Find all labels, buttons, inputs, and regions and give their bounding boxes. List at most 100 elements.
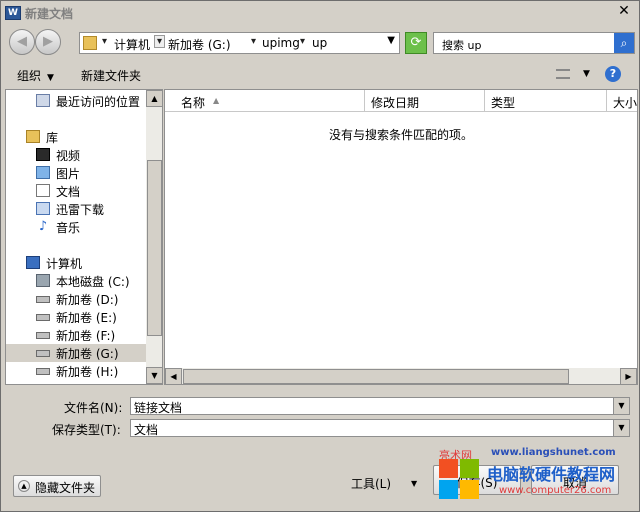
column-header-modified[interactable]: 修改日期 [365, 90, 485, 112]
scroll-thumb[interactable] [147, 160, 162, 336]
view-caret-icon[interactable]: ▼ [583, 69, 590, 79]
filetype-select[interactable]: 文档 ▼ [130, 419, 630, 437]
scroll-left-icon[interactable]: ◀ [165, 368, 182, 384]
save-dialog: W 新建文档 ✕ ◀ ▶ ▾ 计算机 ▾ 新加卷 (G:) ▾ upimg ▾ … [0, 0, 640, 512]
view-options-icon[interactable] [556, 69, 570, 79]
breadcrumb-upimg[interactable]: upimg [262, 36, 300, 50]
folder-icon [83, 36, 97, 50]
sidebar-item-music[interactable]: ♪ 音乐 [6, 218, 148, 236]
sidebar-item-label: 新加卷 (H:) [56, 365, 119, 379]
sidebar-item-pictures[interactable]: 图片 [6, 164, 148, 182]
chevron-right-icon[interactable]: ▾ [251, 36, 256, 47]
breadcrumb-up[interactable]: up [312, 36, 327, 50]
sidebar-item-label: 本地磁盘 (C:) [56, 275, 130, 289]
watermark-site1: www.liangshunet.com [491, 447, 616, 458]
filelist-horizontal-scrollbar[interactable]: ◀ ▶ [165, 368, 637, 384]
watermark-site2: www.computer26.com [499, 485, 612, 496]
sidebar-item-label: 新加卷 (G:) [56, 347, 119, 361]
sidebar-item-computer[interactable]: 计算机 [6, 254, 148, 272]
breadcrumb-drive[interactable]: 新加卷 (G:) [168, 36, 231, 53]
library-icon [26, 130, 40, 143]
empty-results-message: 没有与搜索条件匹配的项。 [328, 128, 473, 142]
sidebar-item-drive-e[interactable]: 新加卷 (E:) [6, 308, 148, 326]
scroll-right-icon[interactable]: ▶ [620, 368, 637, 384]
column-header-size[interactable]: 大小 [607, 90, 638, 112]
scroll-up-icon[interactable]: ▲ [146, 90, 162, 107]
hide-folders-button[interactable]: ▲ 隐藏文件夹 [13, 475, 101, 497]
sidebar-item-library[interactable]: 库 [6, 128, 148, 146]
chevron-down-icon[interactable]: ▼ [613, 420, 629, 436]
drive-icon [36, 332, 50, 339]
video-icon [36, 148, 50, 161]
column-label: 名称 [181, 96, 206, 110]
search-input[interactable]: 搜索 up ⌕ [433, 32, 635, 54]
navpane-scrollbar[interactable]: ▲ ▼ [146, 90, 162, 384]
filetype-value: 文档 [134, 423, 159, 437]
sidebar-item-thunder[interactable]: 迅雷下载 [6, 200, 148, 218]
sidebar-item-drive-f[interactable]: 新加卷 (F:) [6, 326, 148, 344]
filename-field[interactable]: 链接文档 ▼ [130, 397, 630, 415]
hide-folders-label: 隐藏文件夹 [35, 481, 96, 495]
chevron-down-icon[interactable]: ▼ [613, 398, 629, 414]
sidebar-item-label: 最近访问的位置 [56, 95, 141, 109]
chevron-down-icon[interactable]: ▾ [154, 35, 166, 48]
breadcrumb-computer[interactable]: 计算机 [114, 36, 150, 53]
refresh-icon[interactable]: ⟳ [405, 32, 427, 54]
watermark-title: 电脑软硬件教程网 [487, 465, 616, 484]
tools-button[interactable]: 工具(L) [351, 475, 391, 492]
sort-ascending-icon: ▲ [213, 96, 220, 105]
filetype-label: 保存类型(T): [52, 423, 121, 437]
thunder-download-icon [36, 202, 50, 215]
organize-button[interactable]: 组织 ▼ [17, 67, 54, 84]
filename-value: 链接文档 [134, 401, 183, 415]
sidebar-item-drive-d[interactable]: 新加卷 (D:) [6, 290, 148, 308]
column-header-name[interactable]: 名称 ▲ [165, 90, 365, 112]
address-bar[interactable]: ▾ 计算机 ▾ 新加卷 (G:) ▾ upimg ▾ up ▼ [79, 32, 400, 54]
new-folder-button[interactable]: 新建文件夹 [81, 67, 141, 84]
search-icon[interactable]: ⌕ [614, 33, 634, 53]
documents-icon [36, 184, 50, 197]
close-button[interactable]: ✕ [615, 4, 633, 20]
column-label: 修改日期 [371, 96, 420, 110]
drive-icon [36, 314, 50, 321]
help-icon[interactable]: ? [605, 66, 621, 82]
drive-icon [36, 350, 50, 357]
sidebar-item-drive-g[interactable]: 新加卷 (G:) [6, 344, 148, 362]
sidebar-item-documents[interactable]: 文档 [6, 182, 148, 200]
sidebar-item-label: 迅雷下载 [56, 203, 105, 217]
site-watermark: 亮术网 www.liangshunet.com 电脑软硬件教程网 www.com… [439, 445, 639, 499]
address-dropdown-icon[interactable]: ▼ [387, 35, 395, 46]
sidebar-item-label: 新加卷 (D:) [56, 293, 119, 307]
drive-icon [36, 296, 50, 303]
sidebar-item-label: 文档 [56, 185, 81, 199]
chevron-right-icon[interactable]: ▾ [300, 36, 305, 47]
title-bar[interactable]: W 新建文档 ✕ [1, 1, 639, 25]
sidebar-item-label: 新加卷 (E:) [56, 311, 117, 325]
sidebar-item-recent[interactable]: 最近访问的位置 [6, 92, 148, 110]
column-header-type[interactable]: 类型 [485, 90, 607, 112]
tools-caret-icon[interactable]: ▼ [411, 479, 417, 488]
sidebar-item-drive-h[interactable]: 新加卷 (H:) [6, 362, 148, 380]
organize-label: 组织 [17, 69, 42, 83]
windows-logo-icon [439, 459, 479, 499]
column-label: 类型 [491, 96, 516, 110]
scroll-down-icon[interactable]: ▼ [146, 367, 162, 384]
sidebar-item-video[interactable]: 视频 [6, 146, 148, 164]
sidebar-item-drive-c[interactable]: 本地磁盘 (C:) [6, 272, 148, 290]
file-list: 名称 ▲ 修改日期 类型 大小 没有与搜索条件匹配的项。 ◀ ▶ [164, 89, 638, 385]
forward-button[interactable]: ▶ [35, 29, 61, 55]
sidebar-item-label: 计算机 [46, 257, 83, 271]
window-title: 新建文档 [25, 7, 74, 21]
filename-label: 文件名(N): [64, 401, 123, 415]
sidebar-item-label: 图片 [56, 167, 81, 181]
column-label: 大小 [613, 96, 638, 110]
sidebar-item-label: 音乐 [56, 221, 81, 235]
navigation-pane: 最近访问的位置 库 视频 图片 文档 迅雷下载 ♪ 音乐 计算机 本地磁盘 (C… [5, 89, 163, 385]
search-placeholder: 搜索 up [442, 39, 482, 52]
computer-icon [26, 256, 40, 269]
drive-icon [36, 368, 50, 375]
chevron-right-icon[interactable]: ▾ [102, 36, 107, 47]
back-button[interactable]: ◀ [9, 29, 35, 55]
recent-places-icon [36, 94, 50, 107]
scroll-thumb[interactable] [183, 369, 569, 384]
